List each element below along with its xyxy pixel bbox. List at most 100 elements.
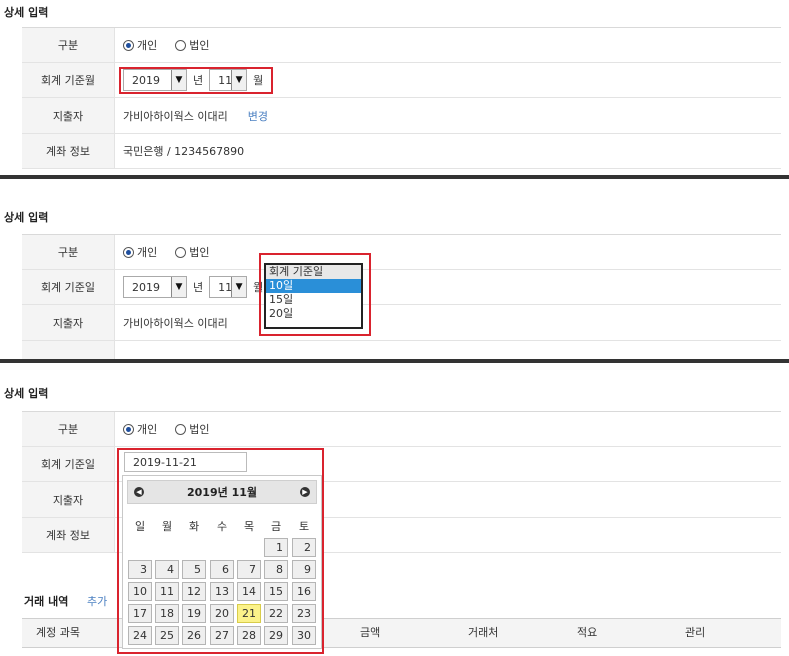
column-header-manage: 관리 [685, 626, 706, 639]
dropdown-option[interactable]: 10일 [266, 279, 361, 293]
datepicker-calendar: 2019년 11월 ◀ ▶ 일 월 화 수 목 금 토 1 2 3 4 5 6 7 8 9 10 11 12 13 14… [122, 475, 322, 649]
label-empty [22, 341, 115, 359]
date-input[interactable]: 2019-11-21 [124, 452, 247, 472]
section-title: 상세 입력 [4, 6, 49, 19]
calendar-day[interactable]: 20 [210, 604, 234, 623]
radio-individual-label[interactable]: 개인 [137, 244, 157, 260]
radio-corporate[interactable] [175, 39, 187, 51]
calendar-day[interactable]: 10 [128, 582, 152, 601]
section-title: 상세 입력 [4, 211, 49, 224]
calendar-day[interactable]: 13 [210, 582, 234, 601]
label-account: 계좌 정보 [22, 134, 115, 168]
calendar-day[interactable]: 7 [237, 560, 261, 579]
label-payer: 지출자 [22, 305, 115, 340]
radio-corporate[interactable] [175, 423, 187, 435]
row-type: 구분 개인 법인 [22, 412, 781, 447]
radio-corporate-label[interactable]: 법인 [189, 244, 209, 260]
radio-corporate[interactable] [175, 246, 187, 258]
calendar-day[interactable]: 4 [155, 560, 179, 579]
row-payer: 지출자 가비아하이웍스 이대리 변경 [22, 98, 781, 134]
base-day-controls: 2019 ▼ 년 11 ▼ 월 [123, 270, 269, 304]
calendar-header: 2019년 11월 [127, 480, 317, 504]
calendar-title: 2019년 11월 [187, 486, 257, 499]
calendar-day[interactable]: 11 [155, 582, 179, 601]
calendar-day[interactable]: 28 [237, 626, 261, 645]
calendar-day[interactable]: 17 [128, 604, 152, 623]
calendar-day[interactable]: 19 [182, 604, 206, 623]
calendar-day[interactable]: 27 [210, 626, 234, 645]
weekday-header: 월 [161, 520, 173, 533]
account-value: 국민은행 / 1234567890 [123, 145, 245, 158]
calendar-day-selected[interactable]: 21 [237, 604, 261, 623]
prev-month-icon[interactable]: ◀ [134, 487, 144, 497]
type-options: 개인 법인 [123, 412, 228, 446]
change-link[interactable]: 변경 [248, 108, 268, 124]
dropdown-header: 회계 기준일 [266, 265, 361, 279]
transactions-title: 거래 내역 [24, 595, 69, 608]
calendar-day[interactable]: 15 [264, 582, 288, 601]
calendar-day[interactable]: 8 [264, 560, 288, 579]
row-type: 구분 개인 법인 [22, 235, 781, 270]
radio-corporate-label[interactable]: 법인 [189, 421, 209, 437]
payer-value-wrap: 가비아하이웍스 이대리 변경 [123, 98, 268, 133]
column-header-memo: 적요 [577, 626, 598, 639]
calendar-day[interactable]: 6 [210, 560, 234, 579]
calendar-day[interactable]: 16 [292, 582, 316, 601]
calendar-day[interactable]: 12 [182, 582, 206, 601]
label-base-day: 회계 기준일 [22, 447, 115, 481]
column-header-vendor: 거래처 [468, 626, 499, 639]
radio-individual-label[interactable]: 개인 [137, 37, 157, 53]
account-value-wrap: 국민은행 / 1234567890 [123, 134, 244, 168]
dropdown-option[interactable]: 15일 [266, 293, 361, 307]
column-header-amount: 금액 [360, 626, 381, 639]
label-payer: 지출자 [22, 482, 115, 517]
section-3: 상세 입력 구분 개인 법인 회계 기준일 지출자 계좌 정보 거래 내역 추가… [0, 365, 789, 656]
highlight-box [119, 67, 273, 94]
label-type: 구분 [22, 235, 115, 269]
calendar-day[interactable]: 9 [292, 560, 316, 579]
calendar-day[interactable]: 30 [292, 626, 316, 645]
next-month-icon[interactable]: ▶ [300, 487, 310, 497]
calendar-day[interactable]: 29 [264, 626, 288, 645]
calendar-day[interactable]: 26 [182, 626, 206, 645]
year-select-value: 2019 [132, 280, 160, 294]
type-options: 개인 법인 [123, 235, 228, 269]
row-empty [22, 341, 781, 360]
day-dropdown-list[interactable]: 회계 기준일 10일 15일 20일 [264, 263, 363, 329]
add-transaction-link[interactable]: 추가 [87, 593, 107, 609]
dropdown-option[interactable]: 20일 [266, 307, 361, 321]
radio-individual-label[interactable]: 개인 [137, 421, 157, 437]
section-separator [0, 175, 789, 179]
row-account: 계좌 정보 국민은행 / 1234567890 [22, 134, 781, 169]
calendar-day[interactable]: 5 [182, 560, 206, 579]
calendar-day[interactable]: 2 [292, 538, 316, 557]
month-select-value: 11 [218, 280, 233, 294]
month-select[interactable]: 11 ▼ [209, 276, 248, 298]
calendar-day[interactable]: 1 [264, 538, 288, 557]
calendar-day[interactable]: 22 [264, 604, 288, 623]
calendar-day[interactable]: 18 [155, 604, 179, 623]
payer-value-wrap: 가비아하이웍스 이대리 [123, 305, 228, 340]
row-payer: 지출자 가비아하이웍스 이대리 [22, 305, 781, 341]
calendar-day[interactable]: 24 [128, 626, 152, 645]
radio-individual[interactable] [123, 423, 134, 435]
calendar-day[interactable]: 23 [292, 604, 316, 623]
radio-individual[interactable] [123, 39, 134, 51]
weekday-header: 일 [134, 520, 146, 533]
section-2: 상세 입력 구분 개인 법인 회계 기준일 2019 ▼ 년 11 ▼ 월 지출… [0, 181, 789, 360]
weekday-header: 토 [298, 520, 310, 533]
year-select[interactable]: 2019 ▼ [123, 276, 187, 298]
section-1: 상세 입력 구분 개인 법인 회계 기준월 2019 ▼ 년 11 ▼ 월 지출… [0, 0, 789, 172]
year-unit: 년 [193, 281, 204, 294]
row-type: 구분 개인 법인 [22, 28, 781, 63]
label-base-month: 회계 기준월 [22, 63, 115, 97]
payer-value: 가비아하이웍스 이대리 [123, 109, 228, 123]
calendar-day[interactable]: 3 [128, 560, 152, 579]
label-type: 구분 [22, 412, 115, 446]
label-payer: 지출자 [22, 98, 115, 133]
calendar-day[interactable]: 14 [237, 582, 261, 601]
radio-corporate-label[interactable]: 법인 [189, 37, 209, 53]
weekday-header: 수 [216, 520, 228, 533]
calendar-day[interactable]: 25 [155, 626, 179, 645]
radio-individual[interactable] [123, 246, 134, 258]
